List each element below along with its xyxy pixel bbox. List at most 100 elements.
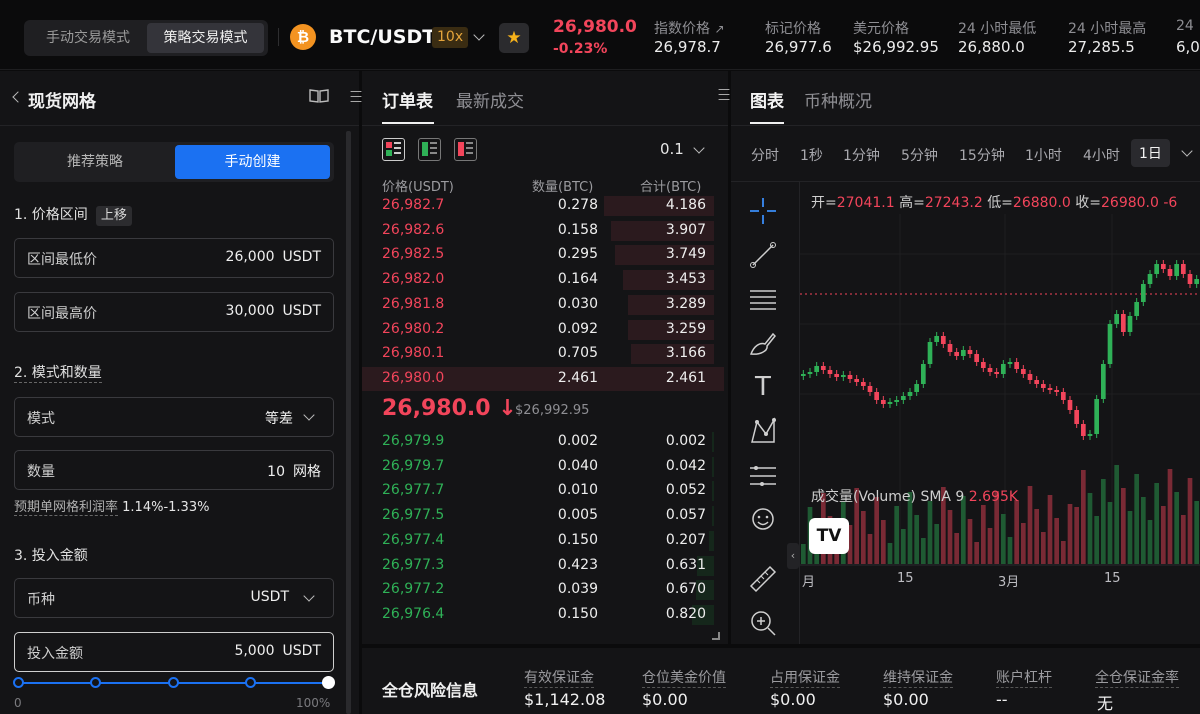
slider-step[interactable] xyxy=(13,677,24,688)
depth-bar xyxy=(712,506,714,527)
bid-price: 26,977.2 xyxy=(382,581,445,598)
ask-row[interactable]: 26,980.1 0.705 3.166 xyxy=(362,342,724,366)
tab-coin-overview[interactable]: 币种概况 xyxy=(804,87,872,112)
bid-row[interactable]: 26,977.4 0.150 0.207 xyxy=(362,529,724,553)
tab-orderbook[interactable]: 订单表 xyxy=(382,87,433,112)
pattern-tool-icon[interactable] xyxy=(746,414,780,448)
prediction-tool-icon[interactable] xyxy=(746,458,780,492)
shift-up-badge[interactable]: 上移 xyxy=(95,206,132,226)
range-high-field[interactable]: 区间最高价 30,000 USDT xyxy=(14,292,334,332)
tf-1d[interactable]: 1日 xyxy=(1131,139,1170,167)
drag-handle-icon[interactable]: — — — xyxy=(350,85,362,107)
ask-row[interactable]: 26,982.0 0.164 3.453 xyxy=(362,268,724,292)
bid-row[interactable]: 26,977.5 0.005 0.057 xyxy=(362,504,724,528)
star-icon[interactable]: ★ xyxy=(499,23,529,53)
volume-bar xyxy=(1014,500,1019,564)
stat-index-label[interactable]: 指数价格 ↗ xyxy=(654,18,725,38)
currency-select[interactable]: 币种 USDT xyxy=(14,578,334,618)
volume-bar xyxy=(927,501,933,564)
bid-row[interactable]: 26,977.2 0.039 0.670 xyxy=(362,578,724,602)
ask-qty: 0.278 xyxy=(557,197,598,213)
bid-row[interactable]: 26,977.7 0.010 0.052 xyxy=(362,479,724,503)
mid-price[interactable]: 26,980.0 ↓ xyxy=(382,396,517,421)
grid-qty-field[interactable]: 数量 10 网格 xyxy=(14,450,334,490)
bid-qty: 0.039 xyxy=(557,581,598,598)
strategy-mode-button[interactable]: 策略交易模式 xyxy=(147,23,264,53)
slider-handle[interactable] xyxy=(322,676,335,689)
candle xyxy=(947,344,953,352)
tab-manual-create[interactable]: 手动创建 xyxy=(175,145,330,179)
volume-bar xyxy=(1194,501,1199,564)
trendline-icon[interactable] xyxy=(746,238,780,272)
manual-mode-button[interactable]: 手动交易模式 xyxy=(30,23,146,53)
col-qty: 数量(BTC) xyxy=(532,180,594,195)
bid-row[interactable]: 26,977.3 0.423 0.631 xyxy=(362,554,724,578)
bid-row[interactable]: 26,976.4 0.150 0.820 xyxy=(362,603,724,627)
expected-profit: 预期单网格利润率 1.14%-1.33% xyxy=(14,500,210,516)
view-bids-icon[interactable] xyxy=(418,138,441,161)
range-low-field[interactable]: 区间最低价 26,000 USDT xyxy=(14,238,334,278)
drag-handle-icon[interactable]: — — — xyxy=(718,83,730,105)
volume-bar xyxy=(1041,532,1046,564)
candle xyxy=(1114,314,1119,324)
ask-row[interactable]: 26,980.2 0.092 3.259 xyxy=(362,318,724,342)
tab-chart[interactable]: 图表 xyxy=(750,87,784,112)
tf-1h[interactable]: 1小时 xyxy=(1025,145,1062,165)
volume-bar xyxy=(894,506,899,564)
bid-qty: 0.040 xyxy=(557,457,598,474)
candle xyxy=(1027,374,1033,380)
candlestick-chart[interactable] xyxy=(800,214,1200,594)
emoji-icon[interactable] xyxy=(746,502,780,536)
volume-bar xyxy=(1101,479,1106,564)
text-tool-icon[interactable]: T xyxy=(746,370,780,404)
tf-1s[interactable]: 1秒 xyxy=(800,145,823,165)
view-asks-icon[interactable] xyxy=(454,138,477,161)
ask-row[interactable]: 26,982.7 0.278 4.186 xyxy=(362,194,724,218)
tf-5m[interactable]: 5分钟 xyxy=(901,145,938,165)
divider xyxy=(278,28,279,46)
candle xyxy=(1161,264,1166,269)
book-icon[interactable] xyxy=(309,88,329,104)
stat-24h-high-label: 24 小时最高 xyxy=(1068,21,1147,37)
tab-latest-trades[interactable]: 最新成交 xyxy=(456,87,524,112)
candle xyxy=(1101,364,1106,399)
ask-row[interactable]: 26,982.6 0.158 3.907 xyxy=(362,219,724,243)
candle xyxy=(1147,274,1153,284)
amount-slider[interactable] xyxy=(13,676,335,689)
slider-step[interactable] xyxy=(168,677,179,688)
ruler-icon[interactable] xyxy=(746,562,780,596)
ask-row[interactable]: 26,982.5 0.295 3.749 xyxy=(362,243,724,267)
grid-mode-select[interactable]: 模式 等差 xyxy=(14,397,334,437)
ask-row[interactable]: 26,981.8 0.030 3.289 xyxy=(362,293,724,317)
currency-value: USDT xyxy=(250,589,289,605)
resize-handle-icon[interactable] xyxy=(712,632,720,640)
pair-selector[interactable]: BTC/USDT xyxy=(329,26,435,48)
tf-timeshare[interactable]: 分时 xyxy=(751,145,779,165)
collapse-toolbar-icon[interactable]: ‹ xyxy=(787,543,799,569)
arrow-down-icon: ↓ xyxy=(498,396,517,421)
fib-lines-icon[interactable] xyxy=(746,282,780,316)
bid-row[interactable]: 26,979.9 0.002 0.002 xyxy=(362,430,724,454)
slider-step[interactable] xyxy=(90,677,101,688)
bid-row[interactable]: 26,979.7 0.040 0.042 xyxy=(362,455,724,479)
stat-24h-vol-label: 24 xyxy=(1176,18,1194,34)
external-link-icon[interactable]: ↗ xyxy=(714,22,724,36)
tf-15m[interactable]: 15分钟 xyxy=(959,145,1005,165)
view-both-icon[interactable] xyxy=(382,138,405,161)
tf-4h[interactable]: 4小时 xyxy=(1083,145,1120,165)
investment-amount-field[interactable]: 投入金额 5,000 USDT xyxy=(14,632,334,672)
slider-step[interactable] xyxy=(245,677,256,688)
risk-leverage-label: 账户杠杆 xyxy=(996,667,1052,688)
leverage-badge[interactable]: 10x xyxy=(432,27,469,48)
panel-scrollbar[interactable] xyxy=(346,131,351,714)
tab-recommend[interactable]: 推荐策略 xyxy=(17,145,173,179)
volume-bar xyxy=(1174,492,1179,564)
zoom-in-icon[interactable] xyxy=(746,606,780,640)
ask-row[interactable]: 26,980.0 2.461 2.461 xyxy=(362,366,724,391)
crosshair-icon[interactable] xyxy=(746,194,780,228)
ask-price: 26,982.5 xyxy=(382,246,445,263)
brush-icon[interactable] xyxy=(746,326,780,360)
chevron-down-icon[interactable] xyxy=(473,29,485,41)
precision-select[interactable]: 0.1 xyxy=(660,140,684,158)
tf-1m[interactable]: 1分钟 xyxy=(843,145,880,165)
